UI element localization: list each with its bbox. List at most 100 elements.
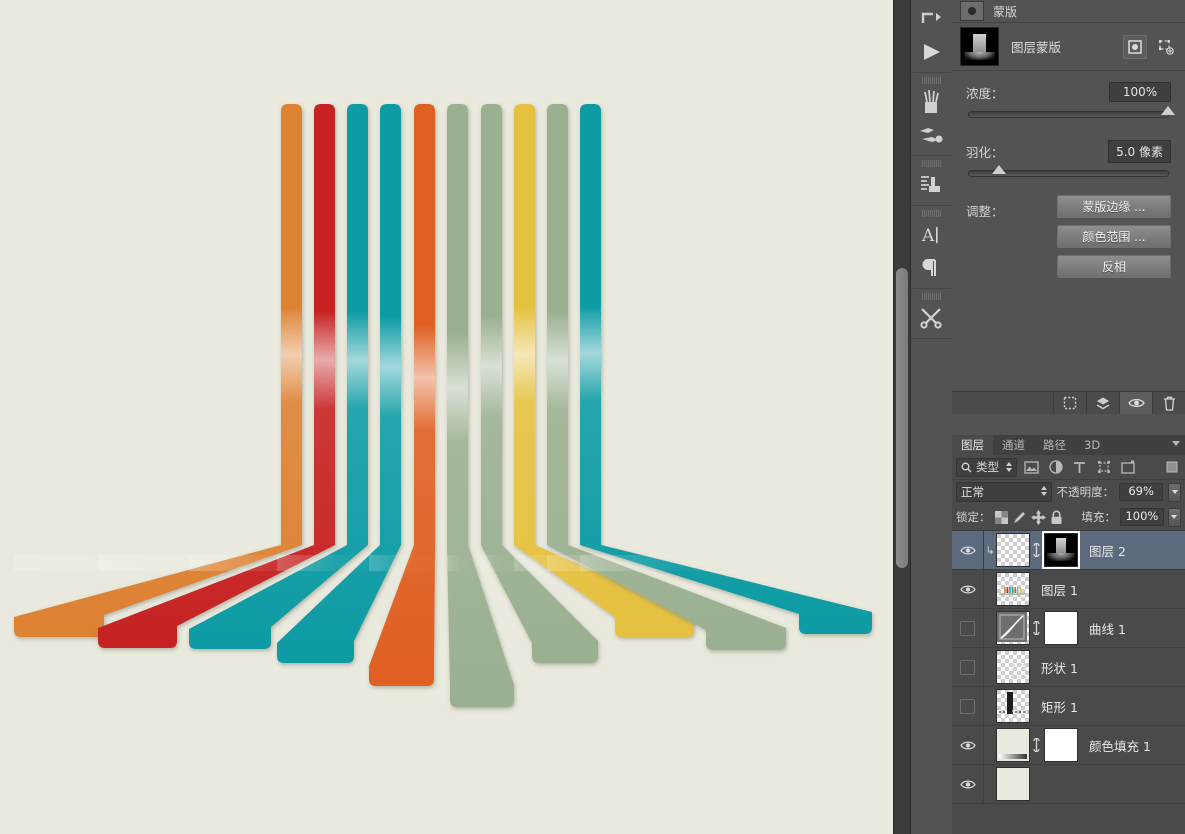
layer-visibility-checkbox[interactable] — [952, 648, 984, 686]
ribbon-highlight — [547, 104, 786, 650]
ribbon-strip — [514, 104, 694, 637]
layer-thumbnail[interactable] — [996, 572, 1030, 606]
layer-mask-thumbnail[interactable] — [1044, 611, 1078, 645]
layer-row[interactable]: 形状 1 — [952, 648, 1185, 687]
layer-visibility-checkbox[interactable] — [952, 609, 984, 647]
layer-mask-thumbnail[interactable] — [1042, 531, 1080, 569]
layer-row[interactable]: ↳ 图层 2 — [952, 531, 1185, 570]
invert-button[interactable]: 反相 — [1057, 255, 1171, 278]
pixel-mask-icon[interactable] — [1123, 35, 1147, 59]
fill-value[interactable]: 100% — [1119, 508, 1164, 526]
document-canvas[interactable] — [0, 0, 893, 834]
blend-mode-row: 正常 不透明度： 69% — [952, 480, 1185, 504]
toggle-mask-visibility-icon[interactable] — [1119, 392, 1152, 414]
mask-thumbnail[interactable] — [960, 27, 999, 66]
lock-all-icon[interactable] — [1050, 509, 1063, 526]
layer-row[interactable]: 曲线 1 — [952, 609, 1185, 648]
character-tool[interactable]: A — [911, 218, 950, 251]
blend-mode-value: 正常 — [961, 485, 984, 499]
layer-name: 图层 1 — [1041, 582, 1078, 598]
lock-position-icon[interactable] — [1030, 509, 1046, 526]
layer-name: 颜色填充 1 — [1089, 738, 1151, 754]
clone-source-tool[interactable] — [911, 168, 950, 201]
panel-grip[interactable] — [922, 293, 941, 300]
brushes-tool[interactable] — [911, 85, 950, 118]
adjust-section: 调整： 蒙版边缘 ... 颜色范围 ... 反相 — [952, 177, 1185, 278]
filter-smartobject-icon[interactable] — [1118, 458, 1137, 477]
filter-type-icon[interactable] — [1070, 458, 1089, 477]
layer-row[interactable]: 矩形 1 — [952, 687, 1185, 726]
opacity-value[interactable]: 69% — [1119, 483, 1164, 501]
shape-tool[interactable] — [911, 2, 950, 35]
load-selection-icon[interactable] — [1053, 392, 1086, 414]
layer-mask-thumbnail[interactable] — [1044, 728, 1078, 762]
layer-visibility-checkbox[interactable] — [952, 687, 984, 725]
layer-row[interactable] — [952, 765, 1185, 804]
panel-grip[interactable] — [922, 210, 941, 217]
fill-dropdown-icon[interactable] — [1167, 507, 1181, 527]
fill-label: 填充： — [1081, 510, 1116, 524]
layer-mask-link-icon[interactable] — [1030, 621, 1042, 635]
tab-paths[interactable]: 路径 — [1034, 435, 1075, 455]
layer-visibility-eye-icon[interactable] — [952, 570, 984, 608]
opacity-dropdown-icon[interactable] — [1168, 482, 1181, 502]
layer-thumbnail[interactable] — [996, 533, 1030, 567]
tab-channels[interactable]: 通道 — [993, 435, 1034, 455]
density-value[interactable]: 100% — [1109, 82, 1171, 102]
panel-grip[interactable] — [922, 160, 941, 167]
secondary-tool-strip[interactable]: A — [911, 0, 953, 834]
vector-mask-icon[interactable] — [1155, 36, 1177, 58]
filter-type-label: 类型 — [976, 460, 999, 474]
layer-list[interactable]: ↳ 图层 2 图层 1 曲线 1 形状 1 矩形 1 颜色填充 1 — [952, 531, 1185, 804]
color-range-button[interactable]: 颜色范围 ... — [1057, 225, 1171, 248]
layer-thumbnail[interactable] — [996, 611, 1030, 645]
density-slider-knob[interactable] — [1161, 106, 1175, 115]
layer-row[interactable]: 图层 1 — [952, 570, 1185, 609]
photoshop-window: A 蒙版 图层蒙版 浓度： 100% 羽化： 5.0 像素 调整： 蒙版边缘 .… — [0, 0, 1185, 834]
tool-group-shape — [911, 0, 952, 73]
tab-layers[interactable]: 图层 — [952, 435, 993, 455]
layer-visibility-eye-icon[interactable] — [952, 765, 984, 803]
layer-thumbnail[interactable] — [996, 650, 1030, 684]
feather-value[interactable]: 5.0 像素 — [1108, 139, 1171, 163]
filter-shape-icon[interactable] — [1094, 458, 1113, 477]
play-tool[interactable] — [911, 35, 950, 68]
layer-name: 矩形 1 — [1041, 699, 1078, 715]
feather-slider-knob[interactable] — [991, 165, 1006, 174]
canvas-vertical-scrollbar[interactable] — [893, 0, 911, 834]
panel-menu-icon[interactable] — [1172, 441, 1180, 446]
layer-mask-link-icon[interactable] — [1030, 543, 1042, 557]
paragraph-tool[interactable] — [911, 251, 950, 284]
filter-pixel-icon[interactable] — [1022, 458, 1041, 477]
layer-thumbnail[interactable] — [996, 689, 1030, 723]
lock-label: 锁定： — [956, 510, 991, 524]
layer-row[interactable]: 颜色填充 1 — [952, 726, 1185, 765]
filter-adjustment-icon[interactable] — [1046, 458, 1065, 477]
panel-grip[interactable] — [922, 77, 941, 84]
layer-visibility-eye-icon[interactable] — [952, 726, 984, 764]
ribbon-specular — [369, 555, 445, 571]
right-dock: 蒙版 图层蒙版 浓度： 100% 羽化： 5.0 像素 调整： 蒙版边缘 ...… — [952, 0, 1185, 834]
feather-slider[interactable] — [968, 165, 1169, 177]
apply-mask-icon[interactable] — [1086, 392, 1119, 414]
layer-thumbnail[interactable] — [996, 728, 1030, 762]
layer-mask-link-icon[interactable] — [1030, 738, 1042, 752]
density-slider[interactable] — [968, 106, 1175, 118]
density-label: 浓度： — [966, 85, 1004, 101]
delete-mask-icon[interactable] — [1152, 392, 1185, 414]
lock-image-icon[interactable] — [1012, 509, 1027, 526]
scrollbar-thumb[interactable] — [896, 268, 908, 568]
tool-presets-tool[interactable] — [911, 301, 950, 334]
layer-visibility-eye-icon[interactable] — [952, 531, 984, 569]
layer-thumbnail[interactable] — [996, 767, 1030, 801]
ribbon-specular — [514, 555, 604, 571]
filter-toggle-icon[interactable] — [1162, 458, 1181, 477]
tab-3d[interactable]: 3D — [1075, 435, 1109, 455]
mask-edge-button[interactable]: 蒙版边缘 ... — [1057, 195, 1171, 218]
ribbon-highlight — [447, 104, 514, 707]
blend-mode-select[interactable]: 正常 — [956, 482, 1052, 502]
brush-preset-tool[interactable] — [911, 118, 950, 151]
filter-type-select[interactable]: 类型 — [956, 457, 1017, 477]
lock-transparency-icon[interactable] — [994, 509, 1008, 526]
tool-group-presets — [911, 289, 952, 339]
